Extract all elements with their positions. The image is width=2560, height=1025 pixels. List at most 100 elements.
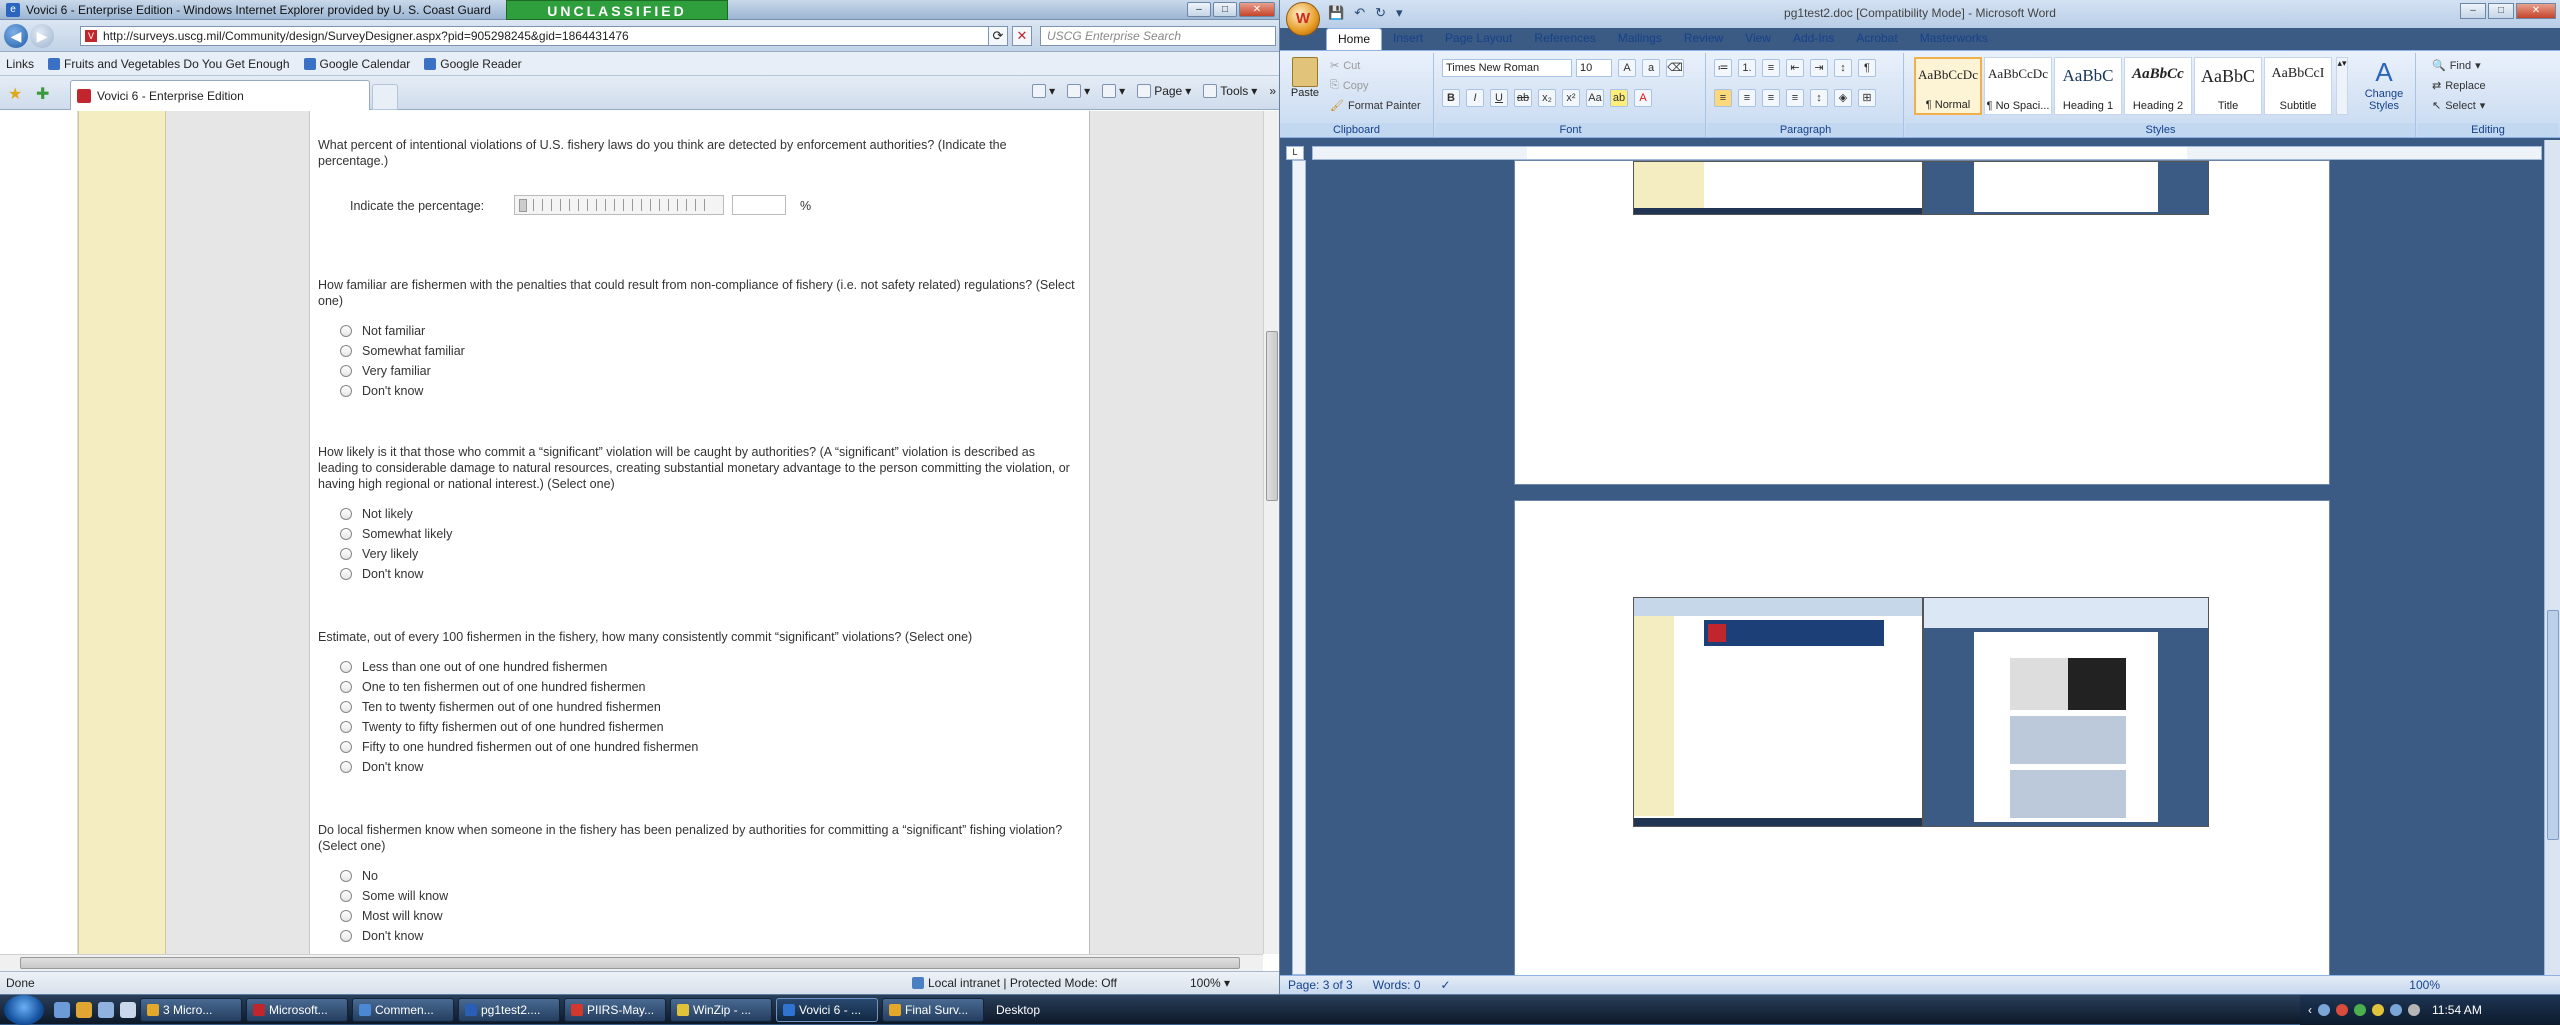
url-field[interactable]: V http://surveys.uscg.mil/Community/desi… [80,26,992,46]
q2-option[interactable]: Not familiar [340,324,425,338]
network-icon[interactable] [2390,1004,2402,1016]
scroll-thumb[interactable] [1266,331,1278,501]
tray-icon[interactable] [2372,1004,2384,1016]
favorite-link-3[interactable]: Google Reader [424,57,522,71]
font-size-select[interactable]: 10 [1576,59,1612,77]
styles-more-icon[interactable]: ▴▾ [2336,57,2348,115]
font-name-select[interactable]: Times New Roman [1442,59,1572,77]
minimize-button[interactable]: – [1187,2,1211,17]
q4-option[interactable]: One to ten fishermen out of one hundred … [340,680,646,694]
scroll-thumb[interactable] [20,957,1240,969]
numbering-icon[interactable]: 1. [1738,59,1756,77]
home-button[interactable]: ▾ [1032,84,1055,98]
radio-button[interactable] [340,701,352,713]
tab-add-ins[interactable]: Add-Ins [1782,28,1845,50]
desktop-toolbar[interactable]: Desktop [996,1003,1040,1017]
scroll-thumb[interactable] [2547,610,2559,840]
security-zone[interactable]: Local intranet | Protected Mode: Off [912,976,1117,990]
shading-icon[interactable]: ◈ [1834,89,1852,107]
style-no-spacing[interactable]: AaBbCcDc ¶ No Spaci... [1984,57,2052,115]
save-icon[interactable]: 💾 [1328,5,1344,21]
taskbar-button[interactable]: 3 Micro... [140,997,242,1022]
feeds-button[interactable]: ▾ [1067,84,1090,98]
forward-icon[interactable]: ▶ [30,24,54,48]
taskbar-button[interactable]: Vovici 6 - ... [776,997,878,1022]
print-button[interactable]: ▾ [1102,84,1125,98]
radio-button[interactable] [340,325,352,337]
select-button[interactable]: ↖ Select ▾ [2432,99,2485,113]
q2-option[interactable]: Very familiar [340,364,431,378]
increase-indent-icon[interactable]: ⇥ [1810,59,1828,77]
radio-button[interactable] [340,910,352,922]
tab-home[interactable]: Home [1326,28,1383,50]
percentage-slider[interactable] [514,195,724,215]
tab-masterworks[interactable]: Masterworks [1909,28,1999,50]
radio-button[interactable] [340,721,352,733]
copy-button[interactable]: ⎘ Copy [1330,79,1369,92]
style-normal[interactable]: AaBbCcDc ¶ Normal [1914,57,1982,115]
tab-mailings[interactable]: Mailings [1607,28,1673,50]
borders-icon[interactable]: ⊞ [1858,89,1876,107]
format-painter-button[interactable]: 🖌 Format Painter [1330,99,1421,113]
justify-icon[interactable]: ≡ [1786,89,1804,107]
sort-icon[interactable]: ↕ [1834,59,1852,77]
maximize-button[interactable]: □ [2488,3,2514,19]
tools-menu[interactable]: Tools ▾ [1203,84,1257,98]
start-button[interactable] [4,994,44,1025]
undo-icon[interactable]: ↶ [1354,5,1365,21]
taskbar-button[interactable]: Final Surv... [882,997,984,1022]
cut-button[interactable]: ✂ Cut [1330,59,1360,73]
shrink-font-icon[interactable]: a [1642,59,1660,77]
radio-button[interactable] [340,870,352,882]
favorite-link-1[interactable]: Fruits and Vegetables Do You Get Enough [48,57,290,71]
tray-chevron-icon[interactable]: ‹ [2308,1003,2312,1017]
more-chevron-icon[interactable]: » [1269,84,1276,98]
align-left-icon[interactable]: ≡ [1714,89,1732,107]
page-count[interactable]: Page: 3 of 3 [1288,978,1353,992]
media-icon[interactable] [120,1001,136,1018]
tab-view[interactable]: View [1734,28,1782,50]
bullets-icon[interactable]: ≔ [1714,59,1732,77]
radio-button[interactable] [340,930,352,942]
superscript-icon[interactable]: x² [1562,89,1580,107]
show-desktop-icon[interactable] [98,1001,114,1018]
multilevel-icon[interactable]: ≡ [1762,59,1780,77]
tab-page-layout[interactable]: Page Layout [1434,28,1523,50]
taskbar-button[interactable]: pg1test2.... [458,997,560,1022]
taskbar-button[interactable]: WinZip - ... [670,997,772,1022]
tab-insert[interactable]: Insert [1382,28,1434,50]
radio-button[interactable] [340,890,352,902]
font-color-icon[interactable]: A [1634,89,1652,107]
q3-option[interactable]: Somewhat likely [340,527,452,541]
line-spacing-icon[interactable]: ↕ [1810,89,1828,107]
radio-button[interactable] [340,568,352,580]
radio-button[interactable] [340,761,352,773]
radio-button[interactable] [340,345,352,357]
q5-option[interactable]: Don't know [340,929,423,943]
style-subtitle[interactable]: AaBbCcI Subtitle [2264,57,2332,115]
vertical-ruler[interactable] [1292,160,1306,975]
grow-font-icon[interactable]: A [1618,59,1636,77]
tray-icon[interactable] [2336,1004,2348,1016]
subscript-icon[interactable]: x₂ [1538,89,1556,107]
replace-button[interactable]: ⇄ Replace [2432,79,2486,93]
add-favorite-icon[interactable]: ✚ [36,84,49,104]
outlook-icon[interactable] [76,1001,92,1018]
pilcrow-icon[interactable]: ¶ [1858,59,1876,77]
q4-option[interactable]: Ten to twenty fishermen out of one hundr… [340,700,661,714]
maximize-button[interactable]: □ [1213,2,1237,17]
radio-button[interactable] [340,661,352,673]
q2-option[interactable]: Don't know [340,384,423,398]
radio-button[interactable] [340,528,352,540]
vertical-scrollbar[interactable] [1263,111,1279,954]
tray-icon[interactable] [2354,1004,2366,1016]
q2-option[interactable]: Somewhat familiar [340,344,465,358]
radio-button[interactable] [340,508,352,520]
radio-button[interactable] [340,681,352,693]
q4-option[interactable]: Fifty to one hundred fishermen out of on… [340,740,698,754]
minimize-button[interactable]: – [2460,3,2486,19]
radio-button[interactable] [340,548,352,560]
tab-vovici[interactable]: Vovici 6 - Enterprise Edition [70,80,370,110]
zoom-level[interactable]: 100% [2409,978,2440,992]
close-button[interactable]: ✕ [1239,2,1275,17]
